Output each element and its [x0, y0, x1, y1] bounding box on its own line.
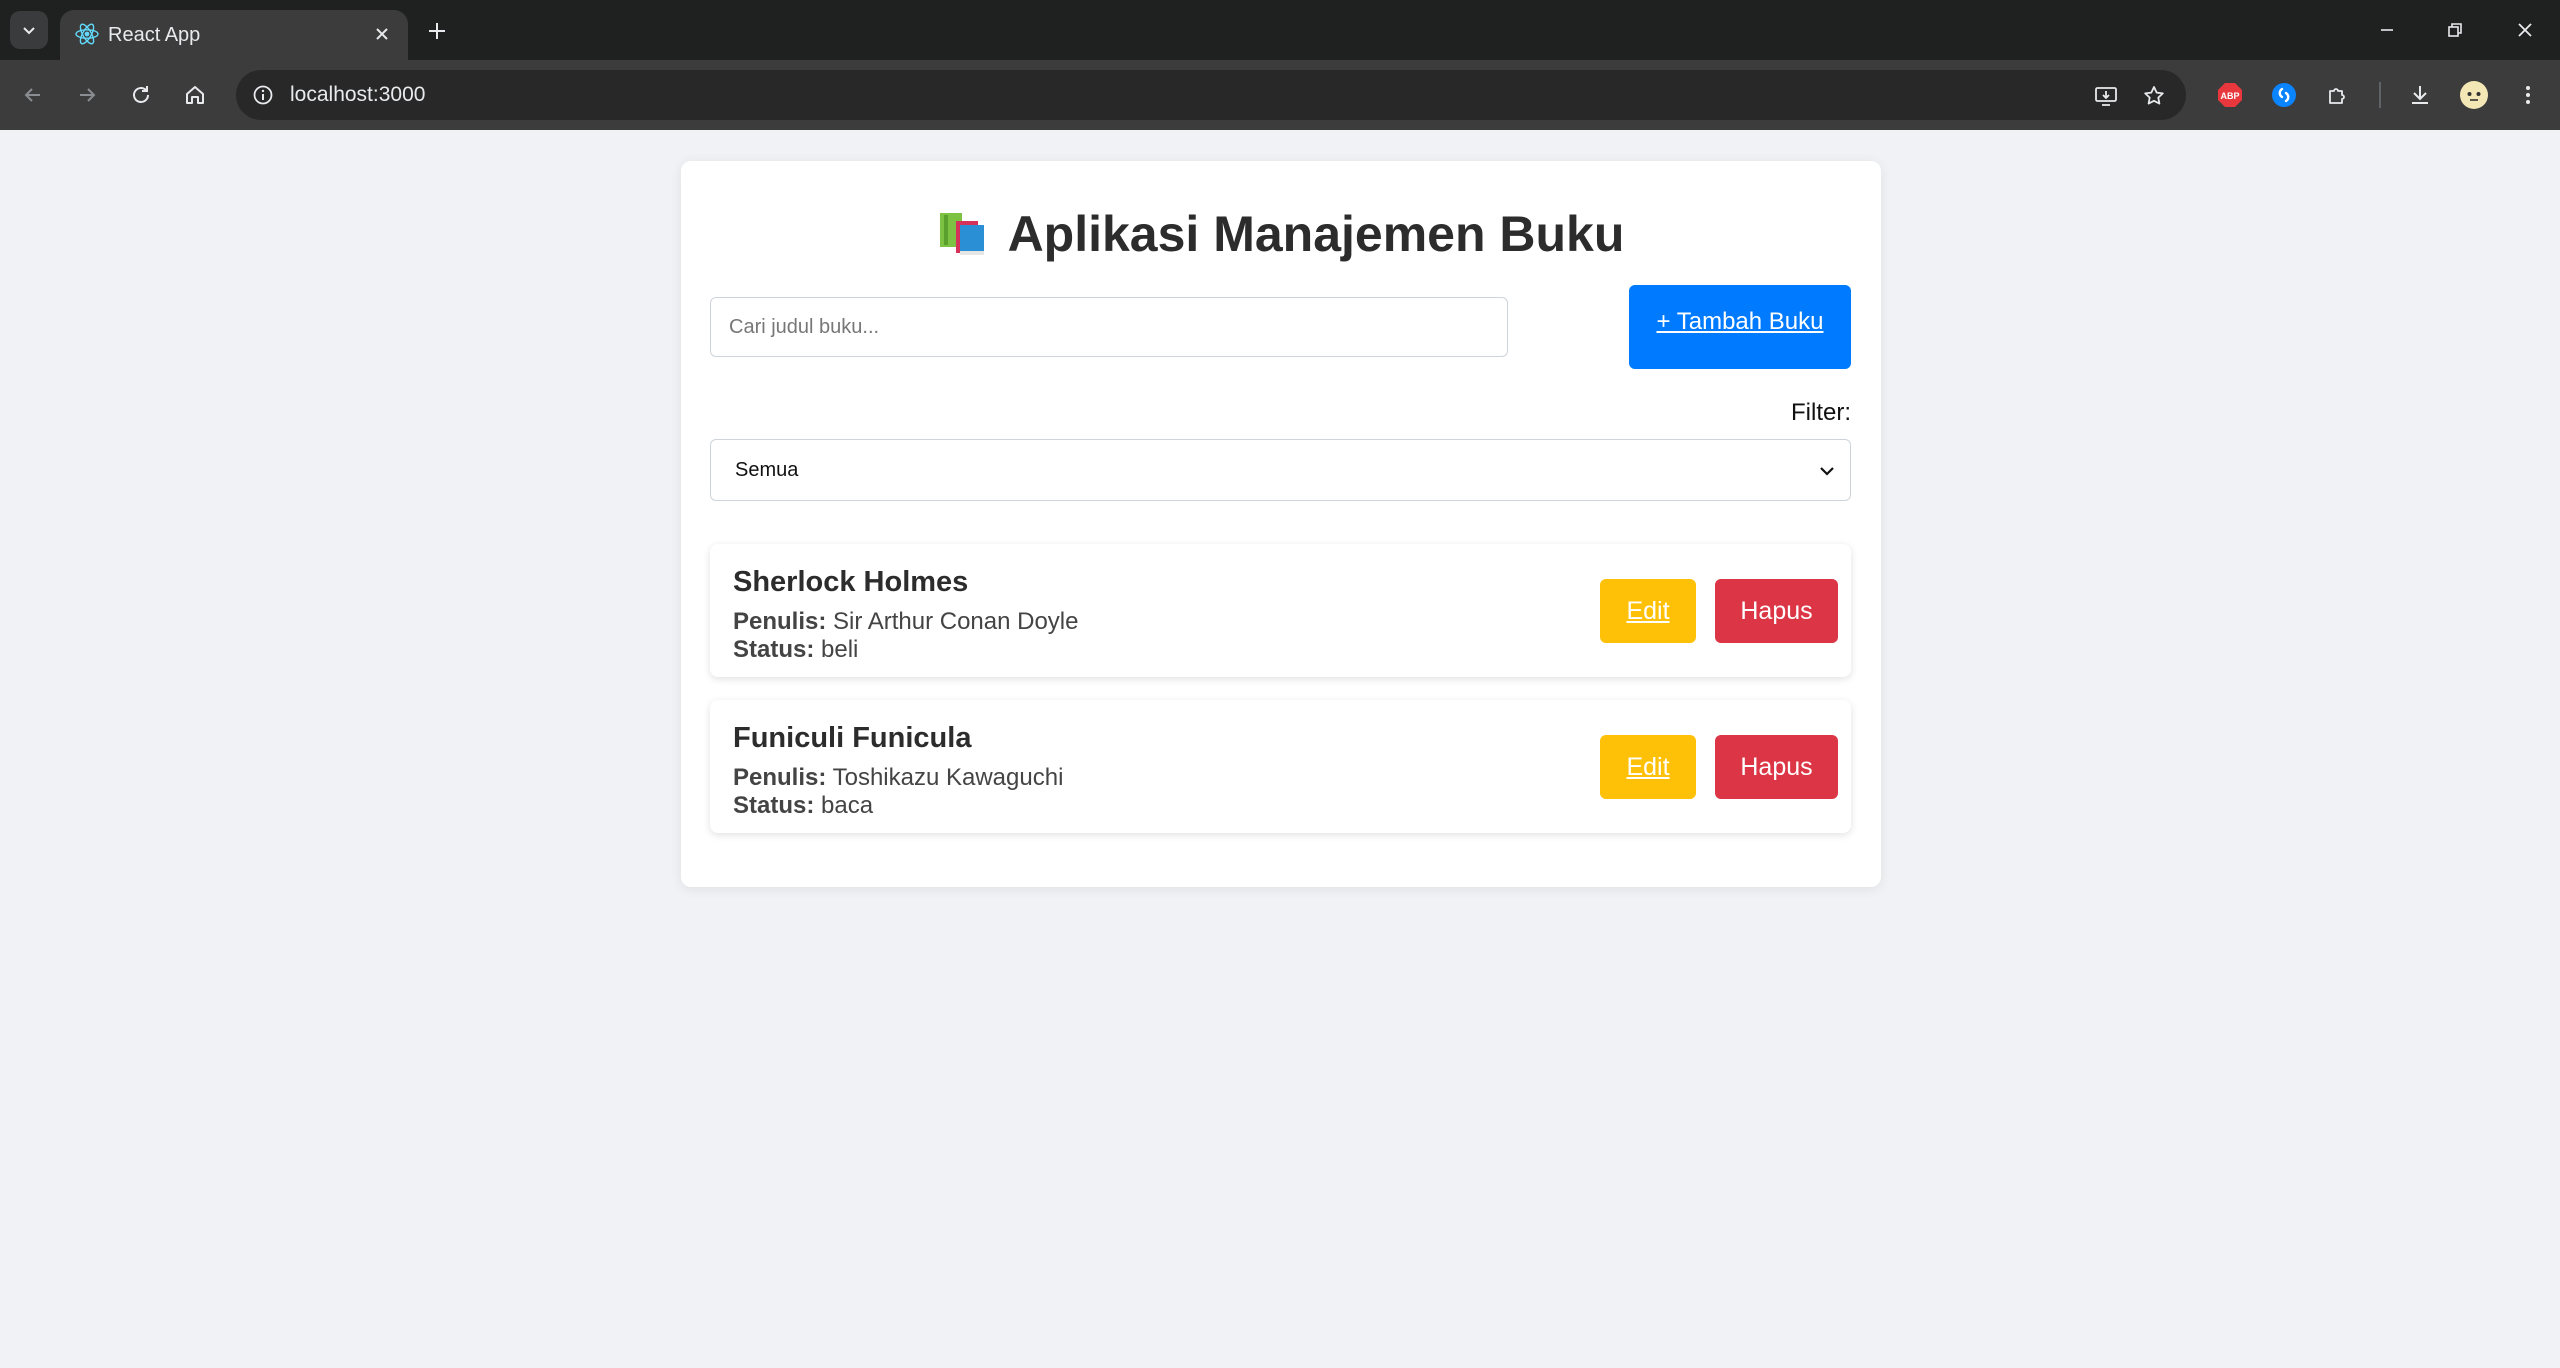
status-label: Status:: [733, 636, 815, 663]
more-vertical-icon: [2526, 86, 2530, 104]
browser-tab[interactable]: React App: [60, 10, 408, 60]
minimize-icon: [2381, 29, 2393, 31]
new-tab-button[interactable]: [420, 14, 454, 48]
book-author: Penulis: Toshikazu Kawaguchi: [733, 764, 1063, 792]
status-value: beli: [821, 636, 859, 663]
browser-toolbar: localhost:3000 ABP: [0, 60, 2560, 130]
author-value: Toshikazu Kawaguchi: [832, 764, 1064, 791]
react-logo-icon: [75, 23, 99, 45]
tab-strip: React App: [0, 0, 2560, 60]
author-label: Penulis:: [733, 764, 827, 791]
plus-icon: [429, 23, 445, 39]
forward-button[interactable]: [68, 76, 106, 114]
status-label: Status:: [733, 792, 815, 819]
arrow-right-icon: [80, 88, 96, 102]
shazam-extension-button[interactable]: [2265, 76, 2303, 114]
restore-icon: [2448, 23, 2462, 37]
close-window-button[interactable]: [2500, 12, 2550, 48]
status-value: baca: [821, 792, 874, 819]
home-button[interactable]: [176, 76, 214, 114]
chevron-down-icon: [23, 27, 35, 35]
edit-button[interactable]: Edit: [1600, 579, 1696, 643]
tab-search-button[interactable]: [10, 11, 48, 49]
book-author: Penulis: Sir Arthur Conan Doyle: [733, 608, 1078, 636]
puzzle-icon: [2329, 88, 2345, 104]
tab-close-button[interactable]: [368, 20, 396, 48]
browser-menu-button[interactable]: [2509, 76, 2547, 114]
filter-selected-value: Semua: [735, 459, 799, 481]
adblock-icon: ABP: [2218, 83, 2242, 107]
filter-select[interactable]: Semua: [710, 439, 1851, 501]
back-button[interactable]: [14, 76, 52, 114]
toolbar-separator: [2379, 82, 2381, 108]
page-title: Aplikasi Manajemen Buku: [1007, 206, 1625, 262]
search-input[interactable]: [710, 297, 1508, 357]
delete-button[interactable]: Hapus: [1715, 579, 1838, 643]
book-title: Sherlock Holmes: [733, 566, 969, 598]
site-info-button[interactable]: [244, 76, 282, 114]
download-icon: [2412, 86, 2428, 104]
title-row: Aplikasi Manajemen Buku: [681, 199, 1881, 269]
add-book-button[interactable]: + Tambah Buku: [1629, 285, 1851, 369]
downloads-button[interactable]: [2401, 76, 2439, 114]
author-value: Sir Arthur Conan Doyle: [833, 608, 1079, 635]
filter-label: Filter:: [1791, 399, 1851, 426]
avatar-icon: [2460, 81, 2488, 109]
book-item: Funiculi Funicula Penulis: Toshikazu Kaw…: [710, 700, 1851, 833]
info-icon: [253, 85, 273, 105]
reload-button[interactable]: [122, 76, 160, 114]
address-bar[interactable]: localhost:3000: [236, 70, 2186, 120]
book-status: Status: beli: [733, 636, 858, 664]
close-icon: [376, 28, 388, 40]
book-title: Funiculi Funicula: [733, 722, 972, 754]
install-app-button[interactable]: [2088, 78, 2124, 114]
app-card: Aplikasi Manajemen Buku + Tambah Buku Fi…: [681, 161, 1881, 887]
close-icon: [2518, 23, 2532, 37]
arrow-left-icon: [24, 88, 40, 102]
home-icon: [186, 86, 204, 104]
edit-button[interactable]: Edit: [1600, 735, 1696, 799]
delete-button[interactable]: Hapus: [1715, 735, 1838, 799]
url-text: localhost:3000: [290, 83, 426, 106]
chevron-down-icon: [1820, 467, 1834, 476]
svg-text:ABP: ABP: [2220, 91, 2239, 101]
book-status: Status: baca: [733, 792, 873, 820]
minimize-button[interactable]: [2362, 12, 2412, 48]
bookmark-button[interactable]: [2136, 78, 2172, 114]
extensions-button[interactable]: [2319, 76, 2357, 114]
restore-button[interactable]: [2430, 12, 2480, 48]
shazam-icon: [2272, 83, 2296, 107]
tab-title: React App: [108, 24, 201, 46]
author-label: Penulis:: [733, 608, 827, 635]
book-item: Sherlock Holmes Penulis: Sir Arthur Cona…: [710, 544, 1851, 677]
profile-button[interactable]: [2455, 76, 2493, 114]
books-icon: [939, 213, 984, 255]
adblock-extension-button[interactable]: ABP: [2211, 76, 2249, 114]
install-icon: [2095, 87, 2117, 106]
reload-icon: [133, 86, 149, 103]
star-icon: [2144, 86, 2164, 105]
